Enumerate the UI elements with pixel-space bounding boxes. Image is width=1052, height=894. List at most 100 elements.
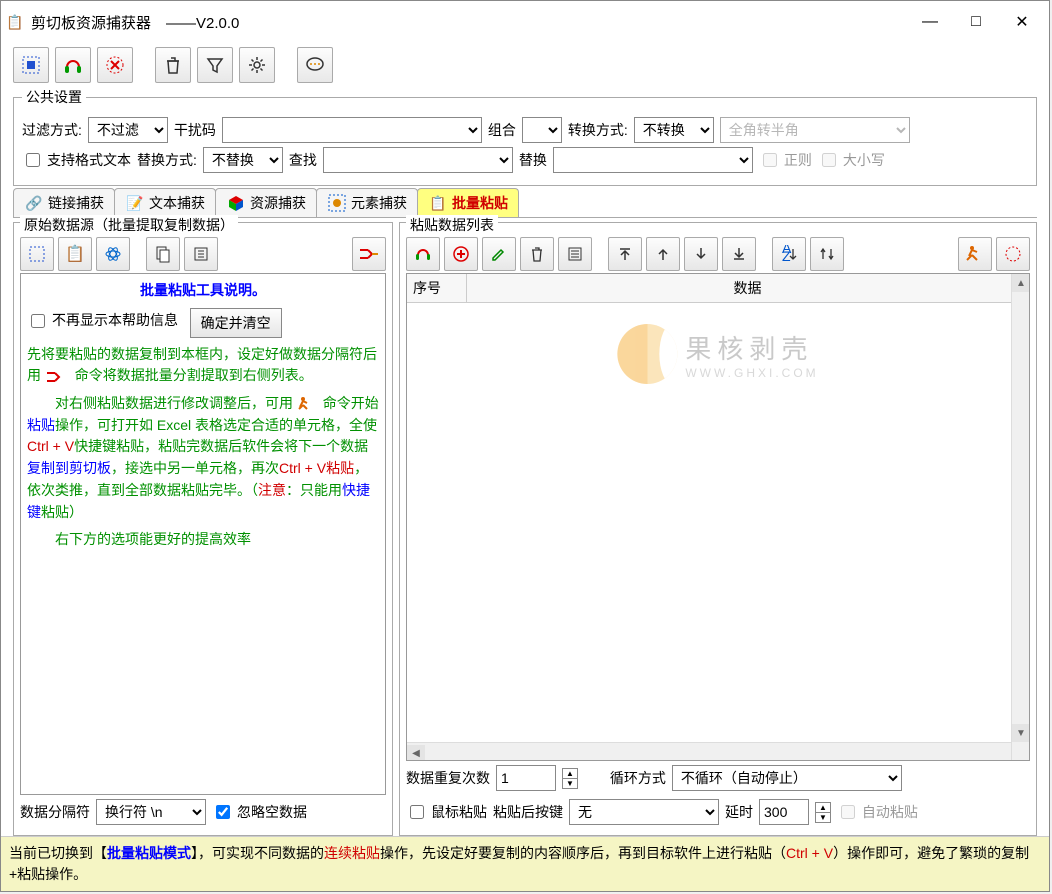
tab-link-capture[interactable]: 🔗链接捕获 [13, 188, 115, 217]
confirm-clear-button[interactable]: 确定并清空 [190, 308, 282, 338]
ignore-empty-label: 忽略空数据 [237, 802, 307, 822]
copy-icon[interactable] [146, 237, 180, 271]
maximize-button[interactable]: □ [953, 7, 999, 37]
run-icon[interactable] [958, 237, 992, 271]
headphone-icon[interactable] [55, 47, 91, 83]
svg-text:Z: Z [782, 248, 791, 263]
loop-select[interactable]: 不循环（自动停止） [672, 765, 902, 791]
move-down-icon[interactable] [684, 237, 718, 271]
repeat-label: 数据重复次数 [406, 768, 490, 788]
spin-up-icon[interactable]: ▲ [563, 769, 577, 779]
help-text: 命令开始 [323, 395, 379, 411]
replace-combo[interactable] [553, 147, 753, 173]
convert-select[interactable]: 不转换 [634, 117, 714, 143]
convert-label: 转换方式: [568, 120, 628, 140]
after-key-label: 粘贴后按键 [493, 802, 563, 822]
tab-resource-capture[interactable]: 资源捕获 [215, 188, 317, 217]
replace-mode-label: 替换方式: [137, 150, 197, 170]
text-icon: 📝 [125, 193, 145, 213]
left-toolbar: 📋 [20, 235, 386, 273]
tab-batch-paste[interactable]: 📋批量粘贴 [417, 188, 519, 217]
select-icon[interactable] [13, 47, 49, 83]
paste-data-list[interactable]: 序号 数据 果核剥壳 WWW.GHXI.COM ▲▼ ◀▶ [406, 273, 1030, 761]
tab-element-capture[interactable]: 元素捕获 [316, 188, 418, 217]
cube-icon [226, 193, 246, 213]
horizontal-scrollbar[interactable]: ◀▶ [407, 742, 1011, 760]
after-key-select[interactable]: 无 [569, 799, 719, 825]
move-bottom-icon[interactable] [722, 237, 756, 271]
column-data[interactable]: 数据 [467, 274, 1029, 302]
stop-icon[interactable] [996, 237, 1030, 271]
noise-label: 干扰码 [174, 120, 216, 140]
add-icon[interactable] [444, 237, 478, 271]
spin-down-icon[interactable]: ▼ [563, 779, 577, 788]
help-text: 注意 [258, 482, 286, 498]
find-combo[interactable] [323, 147, 513, 173]
separator-label: 数据分隔符 [20, 802, 90, 822]
case-label: 大小写 [843, 150, 885, 170]
help-text: 粘贴） [41, 504, 83, 520]
no-show-label: 不再显示本帮助信息 [52, 310, 178, 332]
app-icon: 📋 [5, 12, 25, 32]
convert-hint-select: 全角转半角 [720, 117, 910, 143]
combine-select[interactable] [522, 117, 562, 143]
scroll-down-icon[interactable]: ▼ [1012, 724, 1030, 742]
status-text: 当前已切换到【 [9, 845, 107, 861]
repeat-input[interactable] [496, 765, 556, 791]
watermark-logo-icon [617, 324, 677, 384]
clear-icon[interactable] [184, 237, 218, 271]
talk-icon[interactable] [297, 47, 333, 83]
split-inline-icon [45, 367, 71, 383]
move-top-icon[interactable] [608, 237, 642, 271]
move-up-icon[interactable] [646, 237, 680, 271]
sort-az-icon[interactable]: AZ [772, 237, 806, 271]
delay-label: 延时 [725, 802, 753, 822]
spin-down-icon[interactable]: ▼ [816, 813, 830, 822]
scroll-left-icon[interactable]: ◀ [407, 745, 425, 762]
no-show-checkbox[interactable]: 不再显示本帮助信息 [27, 310, 178, 332]
watermark: 果核剥壳 WWW.GHXI.COM [617, 324, 818, 384]
public-settings-legend: 公共设置 [22, 87, 86, 107]
column-index[interactable]: 序号 [407, 274, 467, 302]
swap-icon[interactable] [810, 237, 844, 271]
trash-icon[interactable] [520, 237, 554, 271]
format-text-checkbox[interactable]: 支持格式文本 [22, 150, 131, 170]
right-legend: 粘贴数据列表 [406, 215, 498, 235]
select-all-icon[interactable] [20, 237, 54, 271]
edit-icon[interactable] [482, 237, 516, 271]
replace-mode-select[interactable]: 不替换 [203, 147, 283, 173]
clear-icon[interactable] [558, 237, 592, 271]
trash-icon[interactable] [155, 47, 191, 83]
funnel-icon[interactable] [197, 47, 233, 83]
minimize-button[interactable]: — [907, 7, 953, 37]
status-text: Ctrl + V [786, 845, 833, 861]
auto-paste-checkbox: 自动粘贴 [837, 802, 918, 822]
ignore-empty-checkbox[interactable]: 忽略空数据 [212, 802, 307, 822]
vertical-scrollbar[interactable]: ▲▼ [1011, 274, 1029, 760]
close-button[interactable]: ✕ [999, 7, 1045, 37]
mouse-paste-checkbox[interactable]: 鼠标粘贴 [406, 802, 487, 822]
spin-up-icon[interactable]: ▲ [816, 803, 830, 813]
separator-select[interactable]: 换行符 \n [96, 799, 206, 825]
list-header: 序号 数据 [407, 274, 1029, 303]
delay-input[interactable] [759, 799, 809, 825]
gear-icon[interactable] [239, 47, 275, 83]
titlebar: 📋 剪切板资源捕获器 ——V2.0.0 — □ ✕ [1, 1, 1049, 43]
noise-select[interactable] [222, 117, 482, 143]
scroll-up-icon[interactable]: ▲ [1012, 274, 1030, 292]
split-icon[interactable] [352, 237, 386, 271]
atom-icon[interactable] [96, 237, 130, 271]
headphone-icon[interactable] [406, 237, 440, 271]
help-text-area[interactable]: 批量粘贴工具说明。 不再显示本帮助信息 确定并清空 先将要粘贴的数据复制到本框内… [20, 273, 386, 795]
loop-label: 循环方式 [610, 768, 666, 788]
cancel-icon[interactable] [97, 47, 133, 83]
help-text: ：只能用 [286, 482, 342, 498]
help-text: Ctrl + V [27, 438, 74, 454]
help-text: 命令将数据批量分割提取到右侧列表。 [75, 367, 313, 383]
regex-checkbox: 正则 [759, 150, 812, 170]
target-icon [327, 193, 347, 213]
tab-text-capture[interactable]: 📝文本捕获 [114, 188, 216, 217]
paste-icon[interactable]: 📋 [58, 237, 92, 271]
filter-select[interactable]: 不过滤 [88, 117, 168, 143]
status-text: 】，可实现不同数据的 [191, 845, 324, 861]
